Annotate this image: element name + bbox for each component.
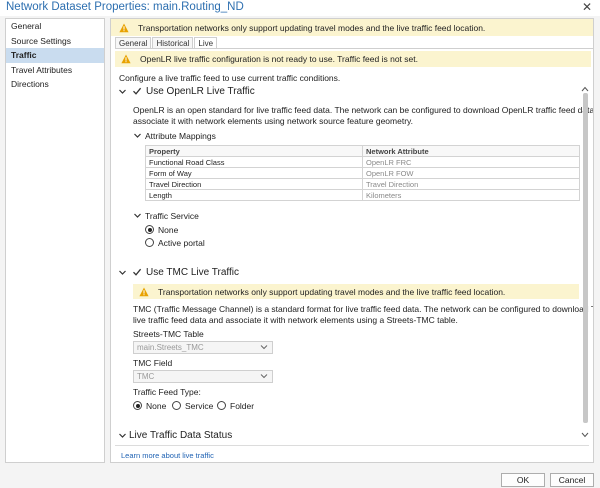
property-cell: Functional Road Class (145, 156, 363, 168)
tmc-field-select[interactable]: TMC (133, 370, 273, 383)
traffic-feed-type-label: Traffic Feed Type: (133, 387, 201, 397)
radio-label: None (158, 225, 179, 235)
network-attribute-cell[interactable]: OpenLR FOW (362, 167, 580, 179)
tmc-section-title: Use TMC Live Traffic (146, 267, 239, 278)
streets-tmc-table-label: Streets-TMC Table (133, 329, 204, 339)
warning-icon (121, 54, 131, 64)
feed-type-folder-radio[interactable] (217, 401, 226, 410)
feed-type-service-radio[interactable] (172, 401, 181, 410)
chevron-down-icon (260, 374, 268, 379)
network-attribute-cell[interactable]: OpenLR FRC (362, 156, 580, 168)
chevron-down-icon[interactable] (133, 211, 142, 220)
table-row[interactable]: Form of Way OpenLR FOW (145, 167, 580, 179)
chevron-down-icon (260, 345, 268, 350)
property-cell: Length (145, 189, 363, 201)
ok-button[interactable]: OK (501, 473, 545, 487)
chevron-down-icon[interactable] (118, 87, 127, 96)
select-value: main.Streets_TMC (137, 343, 204, 352)
tmc-description-line2: live traffic feed data and associate it … (133, 315, 458, 325)
tab-divider (115, 48, 593, 49)
chevron-down-icon[interactable] (133, 131, 142, 140)
select-value: TMC (137, 372, 155, 381)
banner-text: OpenLR live traffic configuration is not… (140, 54, 418, 64)
sidebar-item-traffic[interactable]: Traffic (6, 48, 104, 63)
sidebar: General Source Settings Traffic Travel A… (5, 18, 105, 463)
sidebar-item-directions[interactable]: Directions (6, 77, 104, 92)
feed-type-none-radio[interactable] (133, 401, 142, 410)
tmc-field-label: TMC Field (133, 358, 173, 368)
banner-text: Transportation networks only support upd… (138, 22, 486, 33)
intro-text: Configure a live traffic feed to use cur… (119, 73, 341, 83)
property-cell: Form of Way (145, 167, 363, 179)
vertical-scrollbar[interactable] (583, 93, 588, 423)
traffic-service-none-radio[interactable] (145, 225, 154, 234)
column-header-network-attribute: Network Attribute (362, 145, 580, 157)
chevron-down-icon[interactable] (118, 268, 127, 277)
network-attribute-cell[interactable]: Kilometers (362, 189, 580, 201)
close-icon[interactable]: ✕ (582, 0, 592, 14)
openlr-section-title: Use OpenLR Live Traffic (146, 86, 255, 97)
scroll-down-icon[interactable] (581, 432, 589, 438)
radio-label: Folder (230, 401, 255, 411)
radio-label: None (146, 401, 167, 411)
radio-label: Active portal (158, 238, 205, 248)
table-header-row: Property Network Attribute (145, 145, 580, 157)
sidebar-item-travel-attributes[interactable]: Travel Attributes (6, 63, 104, 78)
network-attribute-cell[interactable]: Travel Direction (362, 178, 580, 190)
table-row[interactable]: Functional Road Class OpenLR FRC (145, 156, 580, 168)
traffic-service-active-portal-radio[interactable] (145, 238, 154, 247)
attribute-mappings-title: Attribute Mappings (145, 131, 216, 141)
openlr-checkbox[interactable] (132, 86, 142, 96)
openlr-description-line2: associate it with network elements using… (133, 116, 414, 126)
attribute-mappings-table: Property Network Attribute Functional Ro… (145, 145, 580, 201)
content-panel: Transportation networks only support upd… (110, 18, 594, 463)
banner-text: Transportation networks only support upd… (158, 286, 506, 297)
cancel-button[interactable]: Cancel (550, 473, 594, 487)
help-link[interactable]: Learn more about live traffic (121, 451, 214, 460)
table-row[interactable]: Length Kilometers (145, 189, 580, 201)
tmc-checkbox[interactable] (132, 267, 142, 277)
warning-icon (119, 23, 129, 32)
tmc-warning-banner: Transportation networks only support upd… (133, 284, 579, 299)
transport-warning-banner: Transportation networks only support upd… (111, 19, 593, 36)
column-header-property: Property (145, 145, 363, 157)
openlr-description-line1: OpenLR is an open standard for live traf… (133, 105, 594, 115)
streets-tmc-table-select[interactable]: main.Streets_TMC (133, 341, 273, 354)
property-cell: Travel Direction (145, 178, 363, 190)
sidebar-item-source-settings[interactable]: Source Settings (6, 34, 104, 49)
chevron-down-icon[interactable] (118, 431, 127, 440)
title-bar: Network Dataset Properties: main.Routing… (0, 0, 600, 16)
divider (115, 445, 589, 446)
tmc-description-line1: TMC (Traffic Message Channel) is a stand… (133, 304, 594, 314)
window-title: Network Dataset Properties: main.Routing… (6, 1, 244, 13)
openlr-warning-banner: OpenLR live traffic configuration is not… (115, 51, 591, 67)
radio-label: Service (185, 401, 214, 411)
traffic-service-title: Traffic Service (145, 211, 199, 221)
table-row[interactable]: Travel Direction Travel Direction (145, 178, 580, 190)
sidebar-item-general[interactable]: General (6, 19, 104, 34)
scroll-up-icon[interactable] (581, 86, 589, 92)
warning-icon (139, 287, 149, 296)
status-section-title: Live Traffic Data Status (129, 430, 233, 441)
